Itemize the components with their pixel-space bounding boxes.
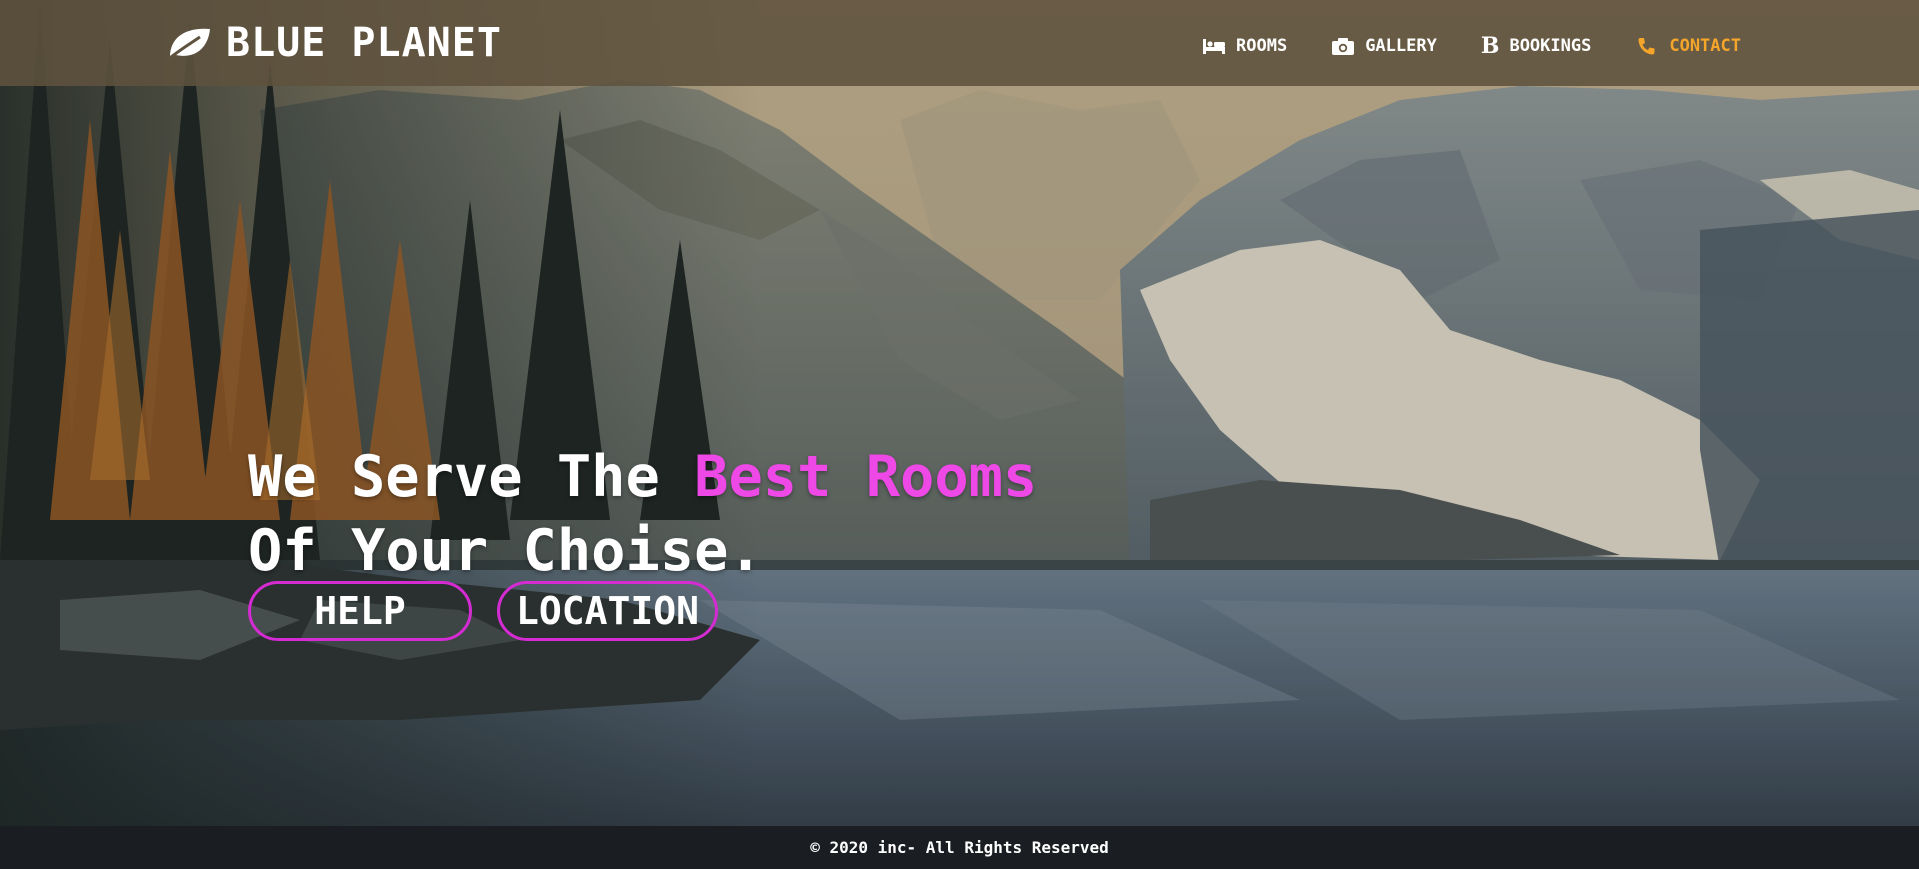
location-button[interactable]: LOCATION xyxy=(497,581,718,641)
nav-label-bookings: BOOKINGS xyxy=(1509,36,1592,56)
top-navbar: BLUE PLANET ROOMS GALLERY B BOOKINGS CON… xyxy=(0,0,1919,86)
brand-logo-link[interactable]: BLUE PLANET xyxy=(164,18,502,68)
phone-icon xyxy=(1635,36,1659,56)
footer-bar: © 2020 inc- All Rights Reserved xyxy=(0,826,1919,869)
bed-icon xyxy=(1202,36,1226,56)
nav-item-contact[interactable]: CONTACT xyxy=(1635,36,1741,56)
main-nav: ROOMS GALLERY B BOOKINGS CONTACT xyxy=(1202,28,1741,64)
nav-item-gallery[interactable]: GALLERY xyxy=(1331,36,1437,56)
nav-label-contact: CONTACT xyxy=(1669,36,1741,56)
hero-line-1-accent: Best Rooms xyxy=(694,444,1038,510)
background-landscape-image xyxy=(0,0,1919,869)
help-button[interactable]: HELP xyxy=(248,581,472,641)
hero-buttons: HELP LOCATION xyxy=(248,581,718,641)
hero-line-1: We Serve The Best Rooms xyxy=(248,440,1037,514)
hero-line-1-prefix: We Serve The xyxy=(248,444,695,510)
copyright-text: © 2020 inc- All Rights Reserved xyxy=(810,838,1109,857)
nav-label-rooms: ROOMS xyxy=(1236,36,1288,56)
camera-icon xyxy=(1331,36,1355,56)
nav-item-bookings[interactable]: B BOOKINGS xyxy=(1480,33,1592,59)
hero-line-2: Of Your Choise. xyxy=(248,518,763,584)
nav-label-gallery: GALLERY xyxy=(1365,36,1437,56)
leaf-icon xyxy=(165,28,210,63)
bold-b-icon: B xyxy=(1480,33,1500,59)
hero-headline: We Serve The Best Rooms Of Your Choise. xyxy=(248,440,1037,588)
nav-item-rooms[interactable]: ROOMS xyxy=(1202,36,1287,56)
brand-name: BLUE PLANET xyxy=(226,20,502,66)
